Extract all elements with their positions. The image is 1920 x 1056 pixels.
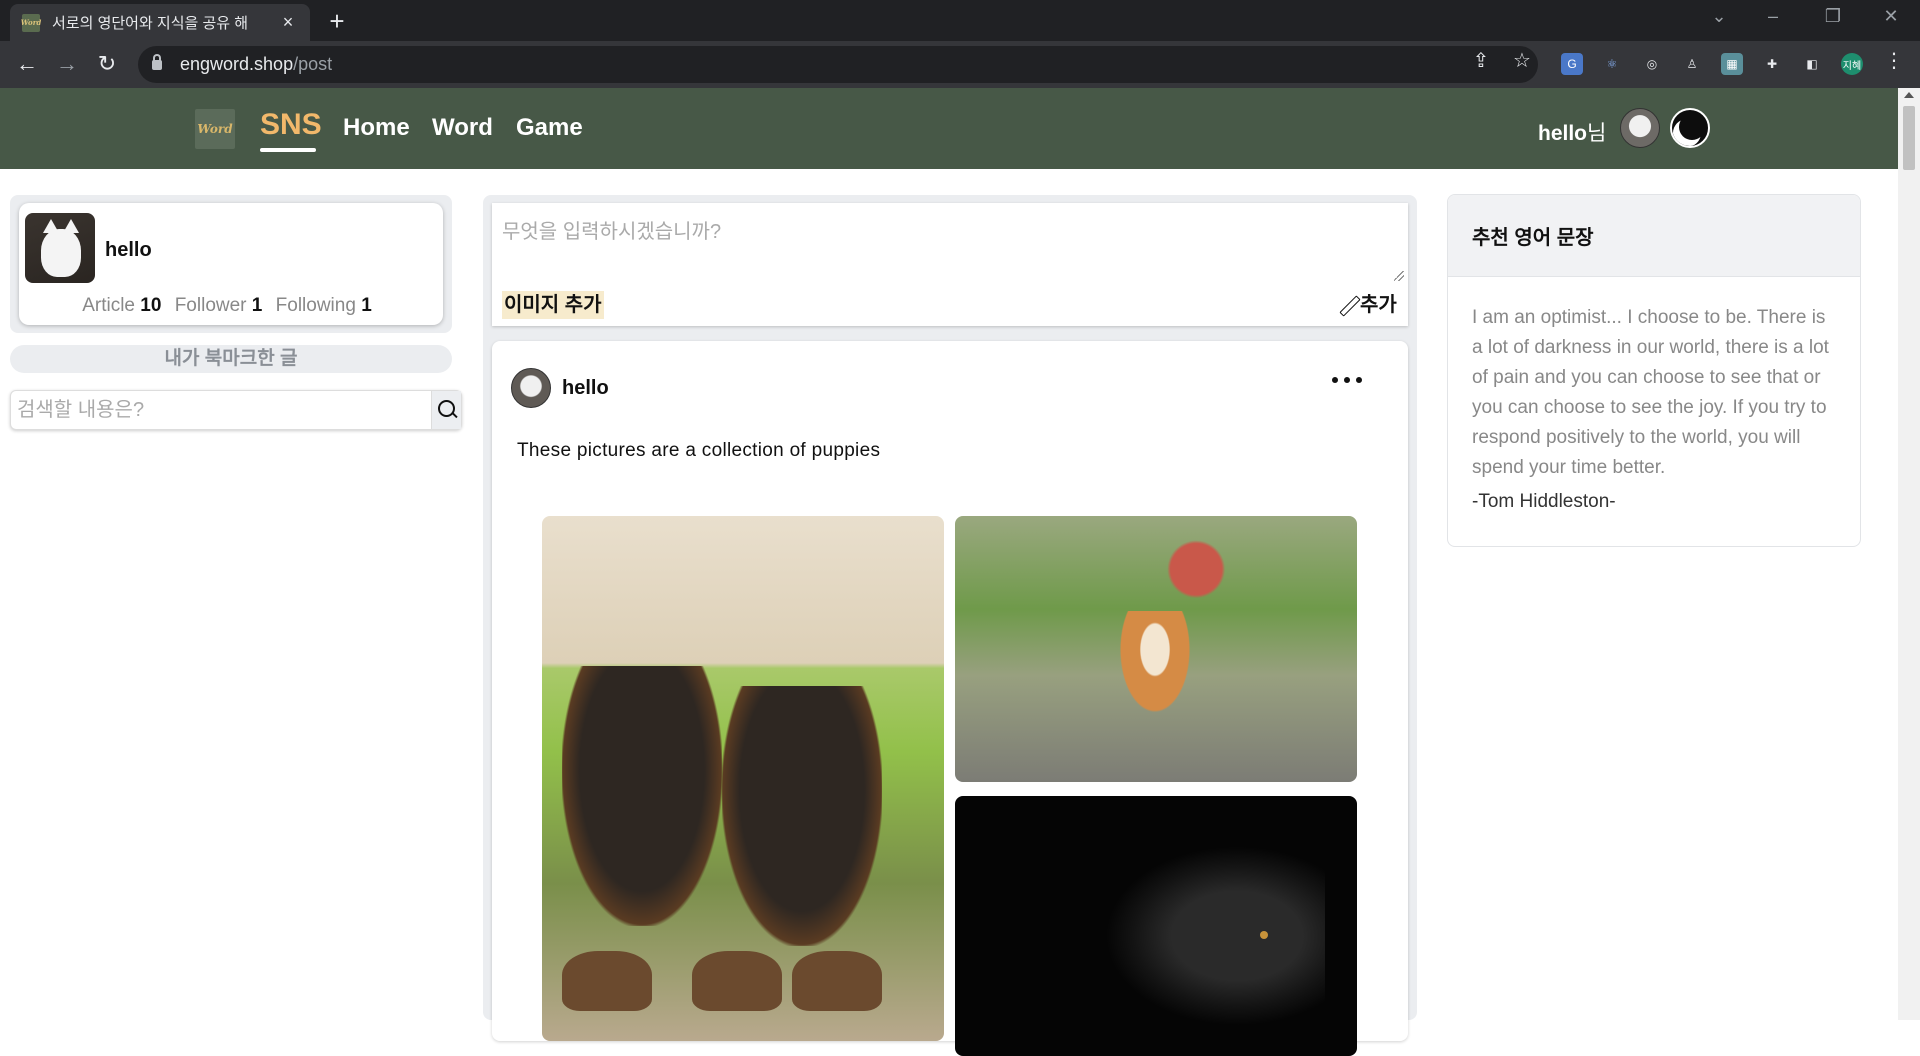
header-avatar[interactable]: [1620, 108, 1660, 148]
quote-text: I am an optimist... I choose to be. Ther…: [1472, 307, 1829, 478]
search-input[interactable]: [17, 395, 437, 425]
profile-avatar[interactable]: [25, 213, 95, 283]
profile-card[interactable]: hello Article 10 Follower 1 Following 1: [19, 203, 443, 325]
browser-tab-strip: Word 서로의 영단어와 지식을 공유 해 × + ⌄ – ❐ ✕: [0, 0, 1920, 41]
bookmark-star-icon[interactable]: ☆: [1508, 48, 1536, 73]
resize-grip-icon[interactable]: [1394, 271, 1404, 281]
nav-home[interactable]: Home: [343, 114, 410, 142]
bookmarked-posts-button[interactable]: 내가 북마크한 글: [10, 345, 452, 373]
puppy-shape: [562, 666, 722, 926]
paw-shape: [792, 951, 882, 1011]
dog-eye-shape: [1260, 931, 1268, 939]
page-scrollbar[interactable]: [1898, 88, 1920, 1020]
restore-icon[interactable]: ❐: [1818, 6, 1848, 27]
black-dog-shape: [1105, 846, 1325, 1026]
post-input[interactable]: [502, 215, 1398, 285]
post-image-corgi[interactable]: [955, 516, 1357, 782]
cat-image-icon: [41, 219, 81, 277]
search-icon[interactable]: [431, 391, 461, 429]
site-header: Word SNS Home Word Game hello님: [0, 88, 1898, 169]
search-box: [10, 390, 462, 430]
browser-tab[interactable]: Word 서로의 영단어와 지식을 공유 해 ×: [10, 4, 310, 41]
paw-shape: [562, 951, 652, 1011]
nav-sns[interactable]: SNS: [260, 108, 322, 142]
lock-icon[interactable]: [152, 53, 162, 70]
tab-title: 서로의 영단어와 지식을 공유 해: [52, 15, 249, 32]
profile-avatar-icon[interactable]: 지혜: [1841, 53, 1863, 75]
scrollbar-thumb[interactable]: [1903, 106, 1915, 170]
paw-shape: [692, 951, 782, 1011]
nav-word[interactable]: Word: [432, 114, 493, 142]
corgi-shape: [1115, 611, 1195, 721]
following-count[interactable]: 1: [361, 295, 372, 316]
address-bar[interactable]: engword.shop/post: [138, 46, 1538, 83]
following-label[interactable]: Following: [276, 295, 356, 316]
greeting-suffix: 님: [1587, 122, 1607, 145]
quote-author: -Tom Hiddleston-: [1472, 491, 1616, 512]
site-logo[interactable]: Word: [195, 109, 235, 149]
site-favicon-icon: Word: [21, 13, 41, 32]
person-extension-icon[interactable]: ♙: [1681, 53, 1703, 75]
greeting-name: hello: [1538, 122, 1588, 145]
post-author-avatar[interactable]: [511, 368, 551, 408]
browser-menu-icon[interactable]: ⋮: [1880, 48, 1908, 73]
browser-toolbar: ← → ↻ engword.shop/post ⇪ ☆ G ⚛ ◎ ♙ ▦ ✚ …: [0, 41, 1920, 88]
scroll-up-icon[interactable]: [1904, 92, 1914, 98]
post-image-rottweiler-puppies[interactable]: [542, 516, 944, 1041]
puppy-shape: [722, 686, 882, 946]
forward-icon[interactable]: →: [52, 49, 82, 79]
add-image-button[interactable]: 이미지 추가: [502, 291, 604, 319]
share-icon[interactable]: ⇪: [1467, 48, 1495, 73]
tab-search-icon[interactable]: ⌄: [1704, 6, 1734, 27]
target-extension-icon[interactable]: ◎: [1641, 53, 1663, 75]
article-label: Article: [82, 295, 135, 316]
quote-title: 추천 영어 문장: [1448, 195, 1860, 277]
more-options-icon[interactable]: [1332, 374, 1362, 386]
profile-stats: Article 10 Follower 1 Following 1: [19, 295, 443, 317]
side-panel-icon[interactable]: ◧: [1801, 53, 1823, 75]
post-composer: 이미지 추가 추가: [492, 203, 1408, 326]
add-post-label: 추가: [1360, 294, 1397, 316]
recommended-quote-card: 추천 영어 문장 I am an optimist... I choose to…: [1447, 194, 1861, 547]
follower-label[interactable]: Follower: [175, 295, 247, 316]
translate-extension-icon[interactable]: G: [1561, 53, 1583, 75]
post-author[interactable]: hello: [562, 377, 609, 400]
url-host: engword.shop: [180, 54, 294, 74]
nav-active-underline: [260, 148, 316, 152]
post-card: hello These pictures are a collection of…: [492, 341, 1408, 1056]
react-devtools-icon[interactable]: ⚛: [1601, 53, 1623, 75]
post-text: These pictures are a collection of puppi…: [517, 440, 881, 461]
window-close-icon[interactable]: ✕: [1876, 6, 1906, 27]
post-image-black-dog[interactable]: [955, 796, 1357, 1056]
article-count: 10: [140, 295, 162, 316]
follower-count[interactable]: 1: [252, 295, 263, 316]
user-greeting: hello님: [1538, 117, 1606, 147]
add-post-button[interactable]: 추가: [1338, 291, 1397, 319]
dark-mode-moon-icon[interactable]: [1670, 108, 1710, 148]
url-path: /post: [293, 54, 333, 74]
pencil-icon: [1338, 295, 1358, 315]
nav-game[interactable]: Game: [516, 114, 583, 142]
extensions-puzzle-icon[interactable]: ✚: [1761, 53, 1783, 75]
back-icon[interactable]: ←: [12, 49, 42, 79]
colorzilla-extension-icon[interactable]: ▦: [1721, 53, 1743, 75]
tab-close-icon[interactable]: ×: [278, 12, 298, 33]
profile-name: hello: [105, 239, 152, 261]
new-tab-icon[interactable]: +: [322, 6, 352, 37]
minimize-icon[interactable]: –: [1758, 6, 1788, 27]
reload-icon[interactable]: ↻: [92, 49, 122, 79]
